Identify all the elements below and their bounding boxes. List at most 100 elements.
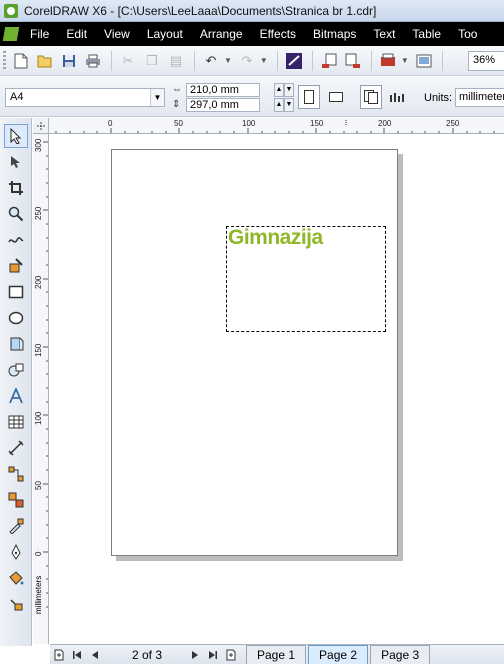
- all-pages-icon: [364, 90, 378, 104]
- page-navigator: 2 of 3 Page 1 Page 2 Page 3: [50, 644, 504, 664]
- ruler-tick-label: 150: [310, 119, 324, 128]
- page-height-row: ⇕ 297,0 mm ▲ ▼: [172, 97, 294, 112]
- connector-tool-icon[interactable]: [4, 462, 28, 486]
- chevron-down-icon[interactable]: ▼: [150, 89, 164, 106]
- document-page[interactable]: Gimnazija: [111, 149, 398, 556]
- width-spinner[interactable]: ▲ ▼: [274, 82, 294, 97]
- vertical-ruler[interactable]: 300 250 200 150 100 50 0 millimeters: [33, 134, 49, 644]
- page-size-dropdown[interactable]: A4 ▼: [5, 88, 165, 107]
- crop-tool-icon[interactable]: [4, 176, 28, 200]
- ruler-tick-label: 100: [34, 411, 43, 425]
- print-icon[interactable]: [82, 50, 104, 72]
- import-icon[interactable]: [318, 50, 340, 72]
- cut-icon[interactable]: ✂: [117, 50, 139, 72]
- ruler-origin-corner[interactable]: [33, 118, 49, 134]
- width-icon: ⇔: [172, 83, 182, 95]
- landscape-icon: [329, 92, 343, 102]
- shape-tool-icon[interactable]: [4, 150, 28, 174]
- frame-text[interactable]: Gimnazija: [228, 226, 323, 250]
- ruler-tick-label: 200: [34, 275, 43, 289]
- last-page-icon[interactable]: [206, 647, 220, 663]
- eyedropper-tool-icon[interactable]: [4, 514, 28, 538]
- portrait-icon: [304, 90, 314, 104]
- text-tool-icon[interactable]: [4, 384, 28, 408]
- page-tab-1[interactable]: Page 1: [246, 645, 307, 664]
- toolbar-separator: [370, 50, 372, 71]
- undo-dropdown-icon[interactable]: ▼: [224, 56, 232, 65]
- blend-tool-icon[interactable]: [4, 488, 28, 512]
- page-width-field[interactable]: 210,0 mm: [186, 82, 260, 97]
- page-count-indicator: 2 of 3: [131, 647, 163, 662]
- smart-fill-tool-icon[interactable]: [4, 254, 28, 278]
- coreldraw-app-icon: [4, 3, 18, 18]
- menu-effects[interactable]: Effects: [260, 27, 296, 41]
- document-menu-icon[interactable]: [2, 27, 20, 41]
- ruler-tick-label: 150: [34, 343, 43, 357]
- page-tab-2[interactable]: Page 2: [308, 645, 369, 664]
- drawing-canvas[interactable]: Gimnazija: [50, 135, 504, 644]
- menu-table[interactable]: Table: [412, 27, 441, 41]
- portrait-button[interactable]: [298, 85, 320, 109]
- toolbar-separator: [111, 50, 112, 71]
- dimension-tool-icon[interactable]: [4, 436, 28, 460]
- current-page-button[interactable]: [386, 85, 408, 109]
- page-height-field[interactable]: 297,0 mm: [186, 97, 260, 112]
- menu-arrange[interactable]: Arrange: [200, 27, 243, 41]
- menu-text[interactable]: Text: [373, 27, 395, 41]
- table-tool-icon[interactable]: [4, 410, 28, 434]
- page-width-row: ⇔ 210,0 mm ▲ ▼: [172, 82, 294, 97]
- pick-tool-icon[interactable]: [4, 124, 28, 148]
- previous-page-icon[interactable]: [88, 647, 102, 663]
- full-screen-preview-icon[interactable]: [413, 50, 435, 72]
- menu-file[interactable]: File: [30, 27, 49, 41]
- paste-icon[interactable]: ▤: [165, 50, 187, 72]
- height-icon: ⇕: [172, 98, 181, 110]
- toolbar-separator: [276, 50, 278, 71]
- units-dropdown[interactable]: millimeters: [455, 88, 504, 107]
- open-folder-icon[interactable]: [34, 50, 56, 72]
- rectangle-tool-icon[interactable]: [4, 280, 28, 304]
- undo-icon[interactable]: ↶: [200, 50, 222, 72]
- freehand-tool-icon[interactable]: [4, 228, 28, 252]
- ruler-tick-label: 100: [242, 119, 256, 128]
- search-content-icon[interactable]: [283, 50, 305, 72]
- height-spinner[interactable]: ▲ ▼: [274, 97, 294, 112]
- toolbar-grip[interactable]: [3, 50, 6, 71]
- toolbar-separator: [441, 50, 443, 71]
- page-tab-3[interactable]: Page 3: [370, 645, 431, 664]
- publish-dropdown-icon[interactable]: ▼: [401, 56, 409, 65]
- ellipse-tool-icon[interactable]: [4, 306, 28, 330]
- menu-bitmaps[interactable]: Bitmaps: [313, 27, 356, 41]
- all-pages-button[interactable]: [360, 85, 382, 109]
- insert-page-before-icon[interactable]: [52, 647, 66, 663]
- ruler-tick-label: 250: [446, 119, 460, 128]
- basic-shapes-tool-icon[interactable]: [4, 358, 28, 382]
- first-page-icon[interactable]: [70, 647, 84, 663]
- horizontal-ruler[interactable]: 0 50 100 150 200 250: [49, 118, 504, 134]
- ruler-tick-label: 50: [34, 481, 43, 490]
- title-bar: CorelDRAW X6 - [C:\Users\LeeLaaa\Documen…: [0, 0, 504, 22]
- interactive-fill-tool-icon[interactable]: [4, 592, 28, 616]
- zoom-level-combo[interactable]: 36%: [468, 51, 504, 71]
- ruler-tick-label: 50: [174, 119, 183, 128]
- menu-edit[interactable]: Edit: [66, 27, 87, 41]
- zoom-tool-icon[interactable]: [4, 202, 28, 226]
- menu-tools[interactable]: Too: [458, 27, 477, 41]
- outline-pen-tool-icon[interactable]: [4, 540, 28, 564]
- export-icon[interactable]: [342, 50, 364, 72]
- landscape-button[interactable]: [325, 85, 347, 109]
- copy-icon[interactable]: ❐: [141, 50, 163, 72]
- ruler-tick-label: 200: [378, 119, 392, 128]
- redo-dropdown-icon[interactable]: ▼: [260, 56, 268, 65]
- save-icon[interactable]: [58, 50, 80, 72]
- fill-tool-icon[interactable]: [4, 566, 28, 590]
- menu-layout[interactable]: Layout: [147, 27, 183, 41]
- redo-icon[interactable]: ↷: [236, 50, 258, 72]
- next-page-icon[interactable]: [188, 647, 202, 663]
- polygon-tool-icon[interactable]: [4, 332, 28, 356]
- menu-view[interactable]: View: [104, 27, 130, 41]
- new-document-icon[interactable]: [10, 50, 32, 72]
- insert-page-after-icon[interactable]: [224, 647, 238, 663]
- toolbox: [0, 118, 32, 646]
- publish-pdf-icon[interactable]: [377, 50, 399, 72]
